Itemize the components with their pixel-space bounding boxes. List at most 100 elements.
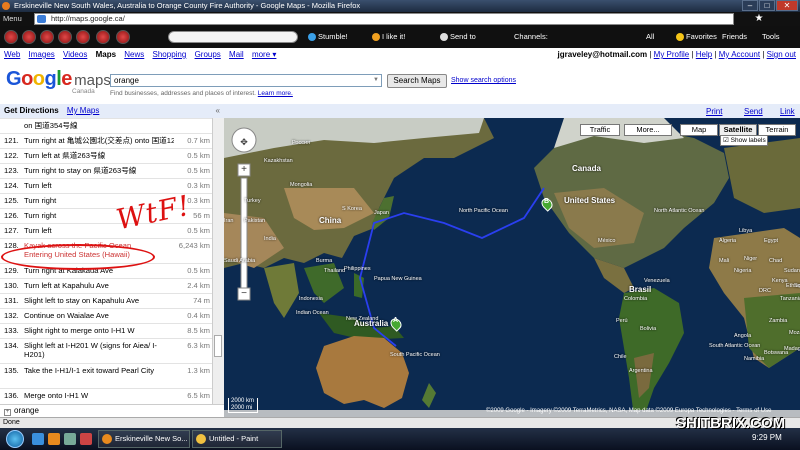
direction-step[interactable]: 121. Turn right at 亀城公園北(交差点) onto 国道125号…: [0, 133, 212, 148]
forward-button[interactable]: [22, 30, 36, 44]
pan-control-icon[interactable]: ✥: [236, 134, 252, 150]
my-profile-link[interactable]: My Profile: [654, 50, 690, 59]
map-place-label: Tanzania: [780, 296, 800, 302]
direction-step[interactable]: 134. Slight left at I-H201 W (signs for A…: [0, 338, 212, 362]
menu-button[interactable]: Menu: [3, 14, 22, 23]
google-link-groups[interactable]: Groups: [195, 50, 221, 59]
expand-plus-icon[interactable]: +: [4, 409, 11, 416]
zoom-out-button[interactable]: −: [238, 288, 250, 300]
send-to-button[interactable]: Send to: [440, 31, 476, 43]
saved-search-bar[interactable]: + orange: [0, 404, 224, 417]
direction-step[interactable]: 122. Turn left at 県道263号線 0.5 km: [0, 148, 212, 163]
home-button[interactable]: [76, 30, 90, 44]
google-link-news[interactable]: News: [124, 50, 144, 59]
map-place-label: Egypt: [764, 238, 779, 244]
quick-launch-show-desktop-icon[interactable]: [64, 433, 76, 445]
satellite-map: [224, 118, 800, 417]
tools-button[interactable]: Tools: [762, 31, 780, 43]
bookmark-star-icon[interactable]: ★: [752, 12, 766, 26]
reload-button[interactable]: [40, 30, 54, 44]
map-place-label: Brasil: [629, 285, 652, 294]
map-place-label: United States: [564, 196, 616, 205]
map-header-bar: Print Send Link: [224, 104, 800, 118]
step-text: Turn right to stay on 県道263号線: [24, 164, 174, 178]
quick-launch-ie-icon[interactable]: [32, 433, 44, 445]
collapse-panel-icon[interactable]: «: [216, 104, 220, 118]
map-type-map-button[interactable]: Map: [680, 124, 718, 136]
directions-scrollbar[interactable]: [212, 118, 224, 404]
google-link-web[interactable]: Web: [4, 50, 20, 59]
google-link-images[interactable]: Images: [29, 50, 55, 59]
my-account-link[interactable]: My Account: [719, 50, 760, 59]
tab-get-directions[interactable]: Get Directions: [4, 106, 59, 115]
step-text: Take the I-H1/I-1 exit toward Pearl City: [24, 366, 174, 375]
history-button[interactable]: [96, 30, 110, 44]
minimize-button[interactable]: –: [742, 0, 758, 11]
direction-step[interactable]: 133. Slight right to merge onto I-H1 W 8.5…: [0, 323, 212, 338]
step-number: 123.: [4, 166, 19, 175]
checkbox-icon: ☑: [723, 137, 729, 144]
search-maps-button[interactable]: Search Maps: [387, 74, 447, 88]
learn-more-link[interactable]: Learn more.: [258, 90, 293, 97]
direction-step[interactable]: 130. Turn left at Kapahulu Ave 2.4 km: [0, 278, 212, 293]
step-instruction: Slight left to stay on Kapahulu Ave: [24, 296, 140, 305]
step-instruction: Continue on Waialae Ave: [24, 311, 109, 320]
help-link[interactable]: Help: [696, 50, 712, 59]
task-firefox[interactable]: Erskineville New So...: [98, 430, 190, 448]
quick-launch-app-icon[interactable]: [80, 433, 92, 445]
google-maps-logo[interactable]: Google maps Canada: [6, 68, 111, 98]
send-link[interactable]: Send: [744, 107, 763, 116]
more-button[interactable]: More...: [624, 124, 672, 136]
zoom-in-button[interactable]: +: [238, 164, 250, 176]
user-links: jgraveley@hotmail.com | My Profile | Hel…: [557, 50, 796, 59]
direction-step[interactable]: 123. Turn right to stay on 県道263号線 0.5 km: [0, 163, 212, 178]
url-bar[interactable]: http://maps.google.ca/: [34, 13, 734, 25]
sign-out-link[interactable]: Sign out: [767, 50, 796, 59]
like-button[interactable]: I like it!: [372, 31, 405, 43]
google-link-maps[interactable]: Maps: [96, 50, 116, 59]
show-labels-checkbox[interactable]: ☑ Show labels: [720, 135, 768, 146]
scrollbar-thumb[interactable]: [214, 335, 222, 357]
link-link[interactable]: Link: [780, 107, 795, 116]
print-link[interactable]: Print: [706, 107, 722, 116]
toolbar-extra-button[interactable]: [116, 30, 130, 44]
stop-button[interactable]: [58, 30, 72, 44]
google-link-mail[interactable]: Mail: [229, 50, 244, 59]
direction-step[interactable]: 127. Turn left 0.5 km: [0, 223, 212, 238]
direction-step[interactable]: on 国道354号線: [0, 118, 212, 133]
map-view[interactable]: Россия Canada United States Mongolia China S …: [224, 118, 800, 417]
direction-step[interactable]: 135. Take the I-H1/I-1 exit toward Pearl …: [0, 363, 212, 387]
direction-step[interactable]: 132. Continue on Waialae Ave 0.4 km: [0, 308, 212, 323]
step-distance: 74 m: [193, 296, 210, 305]
show-search-options-link[interactable]: Show search options: [451, 77, 516, 84]
favorites-button[interactable]: Favorites: [676, 31, 717, 43]
chevron-down-icon[interactable]: ▼: [373, 75, 381, 86]
google-link-more[interactable]: more ▾: [252, 50, 276, 59]
traffic-button[interactable]: Traffic: [580, 124, 620, 136]
tab-my-maps[interactable]: My Maps: [67, 106, 99, 115]
maps-search-input[interactable]: orange: [110, 74, 382, 87]
stumble-button[interactable]: Stumble!: [308, 31, 348, 43]
google-link-shopping[interactable]: Shopping: [153, 50, 187, 59]
direction-step[interactable]: 131. Slight left to stay on Kapahulu Ave 7…: [0, 293, 212, 308]
step-number: 121.: [4, 136, 19, 145]
window-controls: – □ ✕: [742, 0, 798, 12]
taskbar-clock[interactable]: 9:29 PM: [752, 433, 782, 442]
favicon-icon: [37, 15, 46, 23]
maximize-button[interactable]: □: [759, 0, 775, 11]
step-distance: 0.3 km: [187, 196, 210, 205]
google-link-videos[interactable]: Videos: [63, 50, 87, 59]
step-number: 125.: [4, 196, 19, 205]
step-instruction: Merge onto I-H1 W: [24, 391, 89, 400]
quick-launch-firefox-icon[interactable]: [48, 433, 60, 445]
all-dropdown[interactable]: All: [646, 31, 654, 43]
step-distance: 0.4 km: [187, 311, 210, 320]
task-paint[interactable]: Untitled - Paint: [192, 430, 282, 448]
back-button[interactable]: [4, 30, 18, 44]
direction-step[interactable]: 136. Merge onto I-H1 W 6.5 km: [0, 388, 212, 403]
friends-button[interactable]: Friends: [722, 31, 747, 43]
close-button[interactable]: ✕: [776, 0, 798, 11]
user-email: jgraveley@hotmail.com: [557, 50, 648, 59]
start-button[interactable]: [6, 430, 24, 448]
toolbar-search-input[interactable]: [168, 31, 298, 43]
